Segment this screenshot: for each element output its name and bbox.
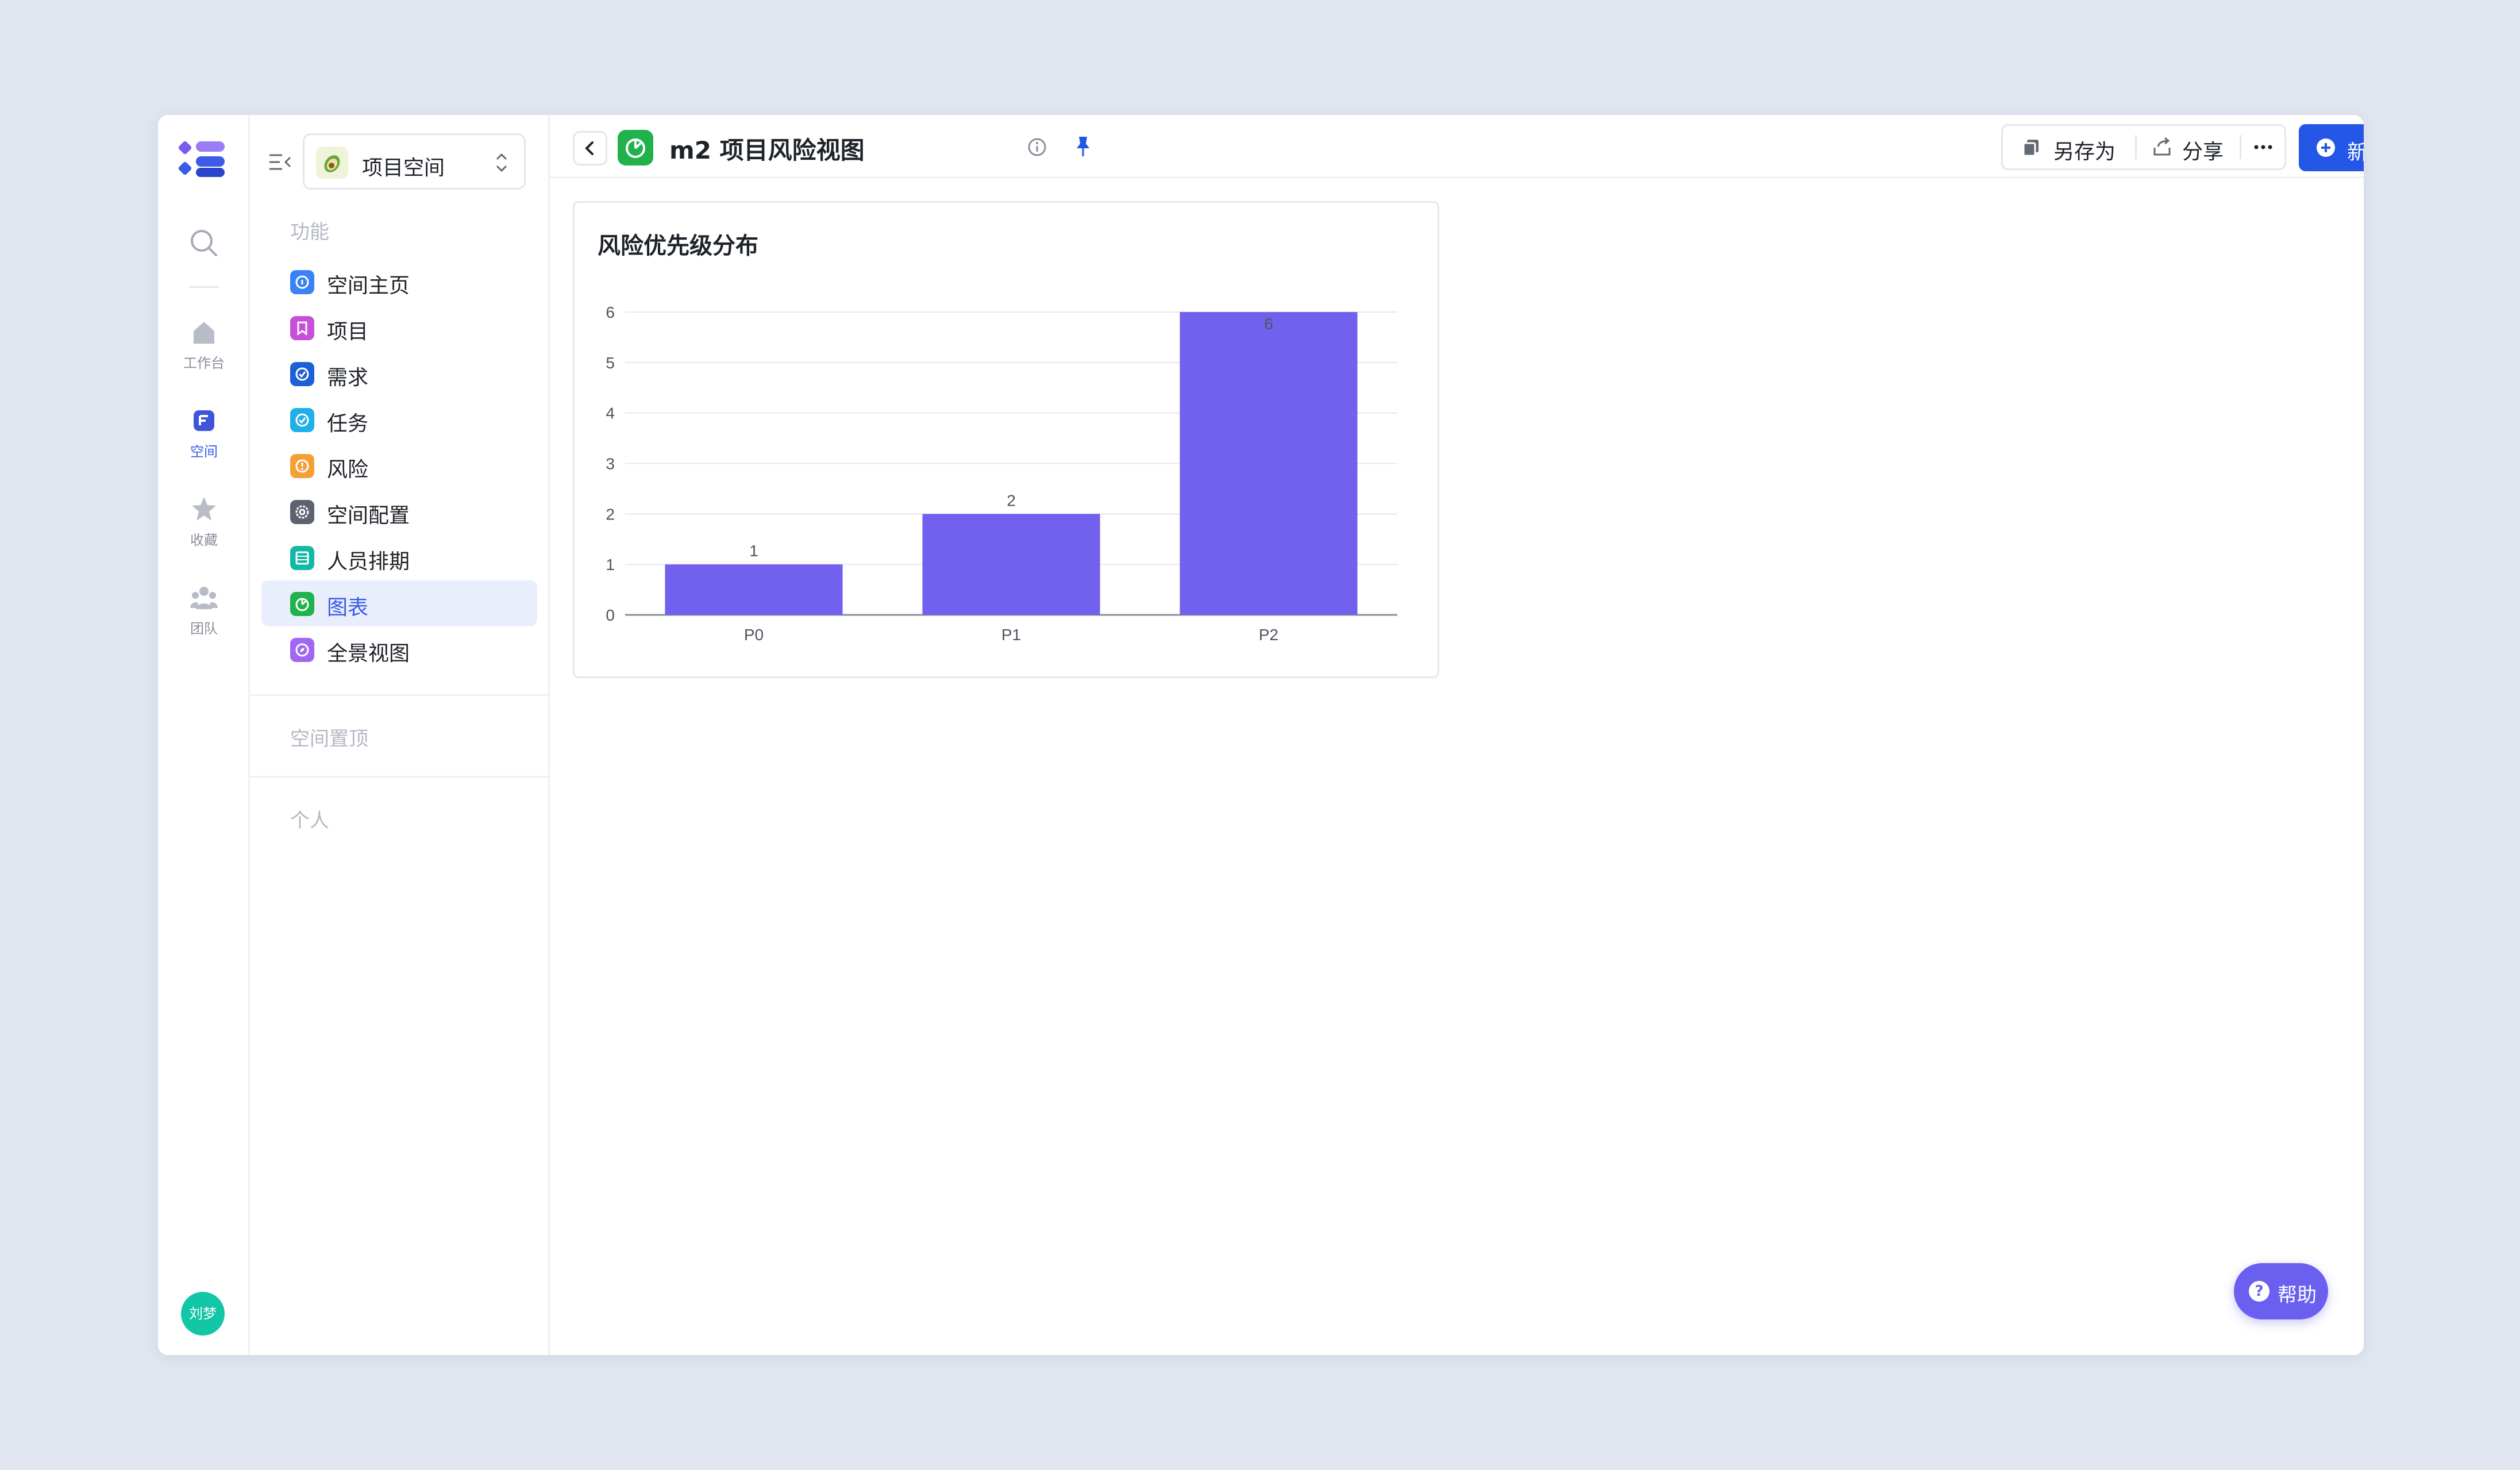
data-label: 6 [1264, 315, 1273, 333]
sidebar-divider [250, 776, 550, 778]
more-button[interactable] [2242, 126, 2284, 168]
y-tick-label: 1 [606, 556, 615, 574]
gear-icon [290, 500, 314, 524]
section-features-title: 功能 [290, 221, 329, 244]
team-icon [190, 587, 218, 609]
rail-item-label: 空间 [190, 444, 218, 460]
left-rail: 工作台 空间 收藏 团队 刘梦 [158, 115, 250, 1355]
panorama-icon [290, 638, 314, 662]
more-dots-icon [2254, 145, 2272, 149]
save-as-button[interactable]: 另存为 [2003, 126, 2133, 168]
sidebar-item-space-config[interactable]: 空间配置 [261, 488, 537, 534]
y-tick-label: 3 [606, 455, 615, 473]
copy-icon [2022, 140, 2039, 157]
task-icon [290, 408, 314, 432]
bar-chart: 0 1 2 3 4 5 6 1 P0 2 P1 6 P2 [606, 303, 1397, 644]
sidebar-item-label: 人员排期 [327, 550, 410, 574]
sidebar-item-task[interactable]: 任务 [261, 397, 537, 442]
avatar[interactable]: 刘梦 [181, 1292, 225, 1336]
search-icon[interactable] [188, 227, 220, 259]
x-tick-label: P0 [744, 626, 764, 644]
sidebar-item-label: 项目 [327, 320, 369, 344]
avocado-icon [316, 147, 348, 179]
sidebar-divider [250, 694, 550, 696]
chevron-updown-icon [496, 153, 507, 172]
chart-icon [290, 592, 314, 616]
section-pinned-title[interactable]: 空间置顶 [290, 723, 368, 751]
sidebar-item-label: 全景视图 [327, 642, 410, 665]
toolbar-button-group: 另存为 分享 [2001, 124, 2286, 170]
share-button[interactable]: 分享 [2137, 126, 2241, 168]
space-name: 项目空间 [362, 156, 445, 180]
sidebar: 项目空间 功能 空间主页 项目 需求 任务 风险 空间配置 人员排期 图表 全景… [250, 115, 550, 1355]
requirement-icon [290, 362, 314, 386]
y-tick-label: 4 [606, 405, 615, 422]
section-personal-title[interactable]: 个人 [290, 805, 329, 833]
sidebar-item-panorama[interactable]: 全景视图 [261, 626, 537, 672]
sidebar-item-label: 图表 [327, 596, 369, 619]
data-label: 1 [749, 542, 758, 560]
rail-item-label: 工作台 [183, 355, 225, 371]
main-content: m2 项目风险视图 另存为 分享 新 风险优先级分布 0 1 2 3 4 5 6… [550, 115, 2364, 1355]
sidebar-item-requirement[interactable]: 需求 [261, 351, 537, 397]
help-button[interactable]: ? 帮助 [2234, 1263, 2328, 1319]
sidebar-item-label: 空间主页 [327, 274, 410, 298]
x-tick-label: P1 [1001, 626, 1021, 644]
y-tick-label: 2 [606, 505, 615, 523]
app-window: 工作台 空间 收藏 团队 刘梦 项目空间 功能 空间主页 项目 需求 任务 风险… [158, 115, 2364, 1355]
pin-icon[interactable] [1070, 133, 1096, 159]
sidebar-item-risk[interactable]: 风险 [261, 442, 537, 488]
save-as-label: 另存为 [2053, 140, 2116, 164]
space-selector[interactable]: 项目空间 [303, 133, 526, 190]
y-tick-label: 0 [606, 606, 615, 624]
space-home-icon [290, 270, 314, 294]
rail-item-label: 收藏 [190, 532, 218, 548]
app-logo-icon[interactable] [179, 140, 228, 178]
sidebar-item-schedule[interactable]: 人员排期 [261, 534, 537, 580]
sidebar-item-project[interactable]: 项目 [261, 305, 537, 351]
rail-item-team[interactable]: 团队 [158, 583, 250, 637]
bar-p1 [922, 514, 1100, 615]
help-label: 帮助 [2278, 1284, 2317, 1307]
y-tick-label: 5 [606, 354, 615, 372]
sidebar-item-label: 风险 [327, 458, 369, 482]
chart-view-icon [618, 130, 653, 166]
plus-circle-icon [2317, 138, 2335, 157]
sidebar-item-label: 需求 [327, 366, 369, 390]
risk-icon [290, 454, 314, 478]
schedule-icon [290, 546, 314, 570]
home-icon [194, 322, 214, 344]
sidebar-item-charts[interactable]: 图表 [261, 580, 537, 626]
collapse-sidebar-icon[interactable] [267, 149, 292, 175]
page-title: m2 项目风险视图 [669, 136, 865, 164]
toolbar-divider [2240, 135, 2241, 159]
x-tick-label: P2 [1259, 626, 1278, 644]
new-button-label: 新建 [2347, 141, 2364, 164]
rail-item-workbench[interactable]: 工作台 [158, 317, 250, 372]
top-bar: m2 项目风险视图 另存为 分享 新 [550, 115, 2364, 178]
chevron-left-icon [585, 141, 594, 155]
share-label: 分享 [2182, 140, 2224, 164]
chart-card: 风险优先级分布 0 1 2 3 4 5 6 1 P0 2 P1 6 P2 [573, 201, 1439, 678]
help-question-icon: ? [2249, 1281, 2269, 1302]
new-button[interactable]: 新建 [2299, 124, 2364, 171]
rail-item-favorites[interactable]: 收藏 [158, 494, 250, 549]
info-icon[interactable] [1024, 134, 1050, 160]
sidebar-item-label: 空间配置 [327, 504, 410, 528]
sidebar-item-label: 任务 [327, 412, 369, 436]
bar-p2 [1180, 312, 1358, 615]
back-button[interactable] [573, 131, 607, 166]
rail-item-label: 团队 [190, 621, 218, 637]
share-icon [2153, 137, 2171, 156]
data-label: 2 [1007, 491, 1016, 509]
rail-item-space[interactable]: 空间 [158, 406, 250, 460]
bar-p0 [665, 564, 843, 615]
space-icon [194, 410, 214, 431]
star-icon [192, 497, 216, 521]
rail-divider [189, 286, 219, 288]
y-tick-label: 6 [606, 303, 615, 321]
toolbar-divider [2135, 135, 2137, 159]
project-icon [290, 316, 314, 340]
sidebar-item-space-home[interactable]: 空间主页 [261, 259, 537, 305]
